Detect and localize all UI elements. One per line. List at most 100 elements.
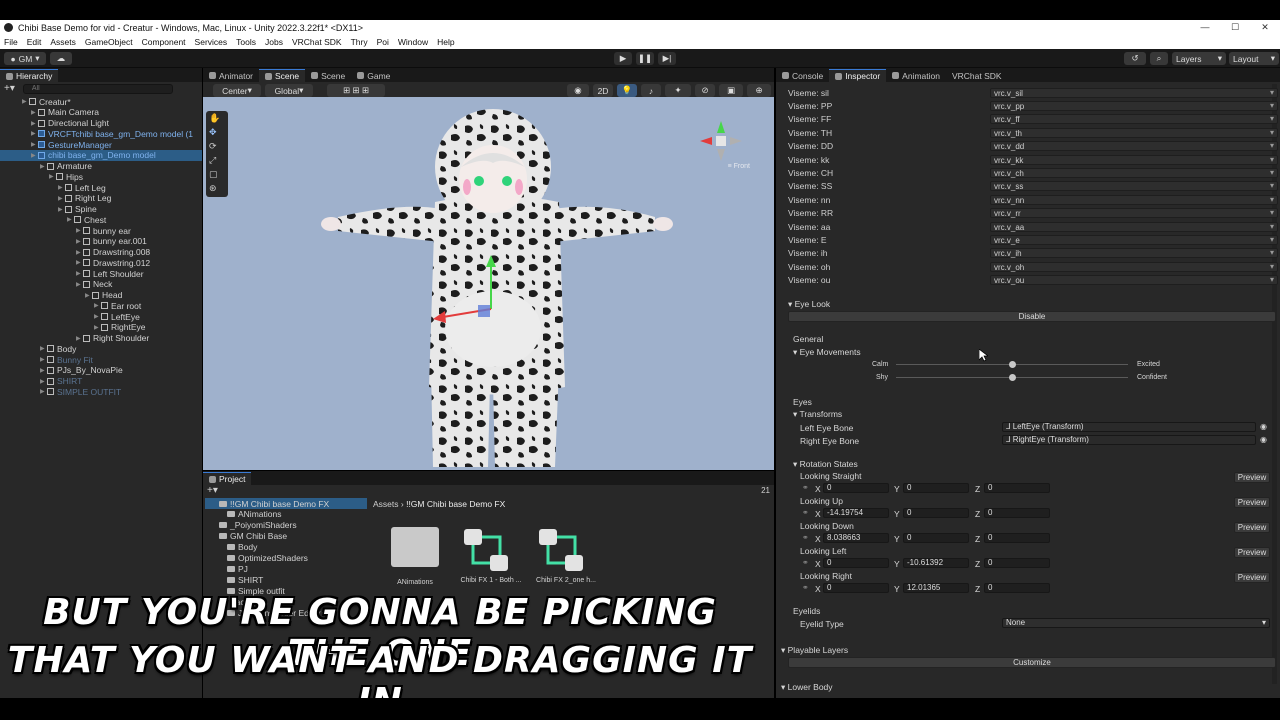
play-button[interactable]: ▶ (614, 52, 632, 65)
hierarchy-item[interactable]: ▶ bunny ear.001 (0, 236, 202, 247)
hierarchy-item[interactable]: ▶ VRCFTchibi base_gm_Demo model (1 (0, 128, 202, 139)
scene-viewport[interactable]: ≡ Front ✋ ✥ ⟳ ⤢ ▢ ⊛ (203, 97, 774, 470)
project-folder[interactable]: PJ (205, 563, 367, 574)
expand-arrow-icon[interactable]: ▶ (22, 98, 29, 105)
expand-arrow-icon[interactable]: ▶ (94, 302, 101, 309)
menu-file[interactable]: File (4, 37, 18, 47)
expand-arrow-icon[interactable]: ▶ (76, 270, 83, 277)
expand-arrow-icon[interactable]: ▶ (40, 378, 47, 385)
viseme-dropdown[interactable]: vrc.v_th (990, 127, 1278, 138)
add-icon[interactable]: +▾ (4, 83, 15, 94)
viseme-dropdown[interactable]: vrc.v_oh (990, 261, 1278, 272)
tab-console[interactable]: Console (776, 69, 829, 82)
viseme-dropdown[interactable]: vrc.v_aa (990, 221, 1278, 232)
slider-handle[interactable] (1008, 374, 1016, 381)
hierarchy-item[interactable]: ▶ Ear root (0, 300, 202, 311)
expand-arrow-icon[interactable]: ▶ (76, 249, 83, 256)
object-picker-icon[interactable]: ◉ (1260, 435, 1267, 444)
hierarchy-item[interactable]: ▶ RightEye (0, 322, 202, 333)
tab-inspector[interactable]: Inspector (829, 69, 887, 82)
hierarchy-item[interactable]: ▶ Armature (0, 161, 202, 172)
project-folder[interactable]: SHIRT (205, 574, 367, 585)
expand-arrow-icon[interactable]: ▶ (31, 120, 38, 127)
tab-game[interactable]: Game (351, 69, 396, 82)
preview-button[interactable]: Preview (1234, 547, 1270, 558)
hierarchy-item[interactable]: ▶ PJs_By_NovaPie (0, 365, 202, 376)
hierarchy-item[interactable]: ▶ Bunny Fit (0, 354, 202, 365)
expand-arrow-icon[interactable]: ▶ (31, 109, 38, 116)
hierarchy-item[interactable]: ▶ SHIRT (0, 376, 202, 387)
eye-look-header[interactable]: ▾ Eye Look (788, 299, 830, 310)
hierarchy-item[interactable]: ▶ bunny ear (0, 225, 202, 236)
add-asset-button[interactable]: +▾ (207, 485, 218, 496)
hierarchy-item[interactable]: ▶ Spine (0, 204, 202, 215)
move-tool-icon[interactable]: ✥ (209, 127, 217, 138)
minimize-button[interactable]: — (1190, 20, 1220, 35)
project-folder[interactable]: GM Chibi Base (205, 531, 367, 542)
hierarchy-item[interactable]: ▶ chibi base_gm_Demo model (0, 149, 202, 161)
asset-folder[interactable]: ANimations (391, 527, 439, 586)
expand-arrow-icon[interactable]: ▶ (58, 195, 65, 202)
tab-scene-2[interactable]: Scene (305, 69, 351, 82)
asset-fx2[interactable]: Chibi FX 2_one h... (533, 527, 599, 584)
object-picker-icon[interactable]: ◉ (1260, 422, 1267, 431)
hierarchy-item[interactable]: ▶ Neck (0, 279, 202, 290)
hand-tool-icon[interactable]: ✋ (209, 113, 220, 124)
asset-fx1[interactable]: Chibi FX 1 - Both ... (458, 527, 524, 584)
lower-body-header[interactable]: ▾ Lower Body (781, 682, 833, 693)
preview-button[interactable]: Preview (1234, 522, 1270, 533)
rotation-y-field[interactable]: 0 (903, 533, 969, 543)
expand-arrow-icon[interactable]: ▶ (31, 130, 38, 137)
viseme-dropdown[interactable]: vrc.v_nn (990, 194, 1278, 205)
project-folder[interactable]: !!GM Chibi base Demo FX (205, 498, 367, 509)
menu-assets[interactable]: Assets (50, 37, 76, 47)
rotation-y-field[interactable]: 0 (903, 508, 969, 518)
hierarchy-item[interactable]: ▶ Right Leg (0, 193, 202, 204)
rotation-z-field[interactable]: 0 (984, 583, 1050, 593)
shy-confident-slider[interactable] (896, 374, 1128, 381)
lighting-toggle[interactable]: 💡 (617, 84, 637, 97)
menu-help[interactable]: Help (437, 37, 454, 47)
expand-arrow-icon[interactable]: ▶ (40, 163, 47, 170)
expand-arrow-icon[interactable]: ▶ (94, 313, 101, 320)
preview-button[interactable]: Preview (1234, 472, 1270, 483)
rotation-y-field[interactable]: 0 (903, 483, 969, 493)
rotation-z-field[interactable]: 0 (984, 508, 1050, 518)
tab-hierarchy[interactable]: Hierarchy (0, 69, 59, 82)
expand-arrow-icon[interactable]: ▶ (76, 259, 83, 266)
hierarchy-item[interactable]: ▶ GestureManager (0, 139, 202, 150)
pivot-dropdown[interactable]: Center ▾ (213, 84, 261, 97)
menu-thry[interactable]: Thry (351, 37, 368, 47)
expand-arrow-icon[interactable]: ▶ (31, 152, 38, 159)
project-folder[interactable]: OptimizedShaders (205, 553, 367, 564)
expand-arrow-icon[interactable]: ▶ (40, 388, 47, 395)
rotation-z-field[interactable]: 0 (984, 558, 1050, 568)
shading-button[interactable]: ◉ (567, 84, 589, 97)
tab-animator[interactable]: Animator (203, 69, 259, 82)
search-button[interactable]: ⌕ (1150, 52, 1168, 65)
expand-arrow-icon[interactable]: ▶ (67, 216, 74, 223)
maximize-button[interactable]: ☐ (1220, 20, 1250, 35)
expand-arrow-icon[interactable]: ▶ (40, 345, 47, 352)
hierarchy-item[interactable]: ▶ Creatur* (0, 96, 202, 107)
tab-animation[interactable]: Animation (886, 69, 946, 82)
customize-button[interactable]: Customize (788, 657, 1276, 668)
menu-tools[interactable]: Tools (236, 37, 256, 47)
hierarchy-item[interactable]: ▶ Right Shoulder (0, 333, 202, 344)
hierarchy-item[interactable]: ▶ Body (0, 343, 202, 354)
expand-arrow-icon[interactable]: ▶ (85, 292, 92, 299)
hierarchy-search-input[interactable] (22, 83, 173, 94)
pause-button[interactable]: ❚❚ (636, 52, 654, 65)
menu-jobs[interactable]: Jobs (265, 37, 283, 47)
expand-arrow-icon[interactable]: ▶ (58, 206, 65, 213)
rotation-x-field[interactable]: 0 (823, 558, 889, 568)
viseme-dropdown[interactable]: vrc.v_sil (990, 87, 1278, 98)
hierarchy-item[interactable]: ▶ LeftEye (0, 311, 202, 322)
expand-arrow-icon[interactable]: ▶ (94, 324, 101, 331)
expand-arrow-icon[interactable]: ▶ (76, 335, 83, 342)
hierarchy-item[interactable]: ▶ Left Shoulder (0, 268, 202, 279)
menu-gameobject[interactable]: GameObject (85, 37, 133, 47)
playable-layers-header[interactable]: ▾ Playable Layers (781, 645, 848, 656)
menu-poi[interactable]: Poi (377, 37, 389, 47)
disable-eye-look-button[interactable]: Disable (788, 311, 1276, 322)
